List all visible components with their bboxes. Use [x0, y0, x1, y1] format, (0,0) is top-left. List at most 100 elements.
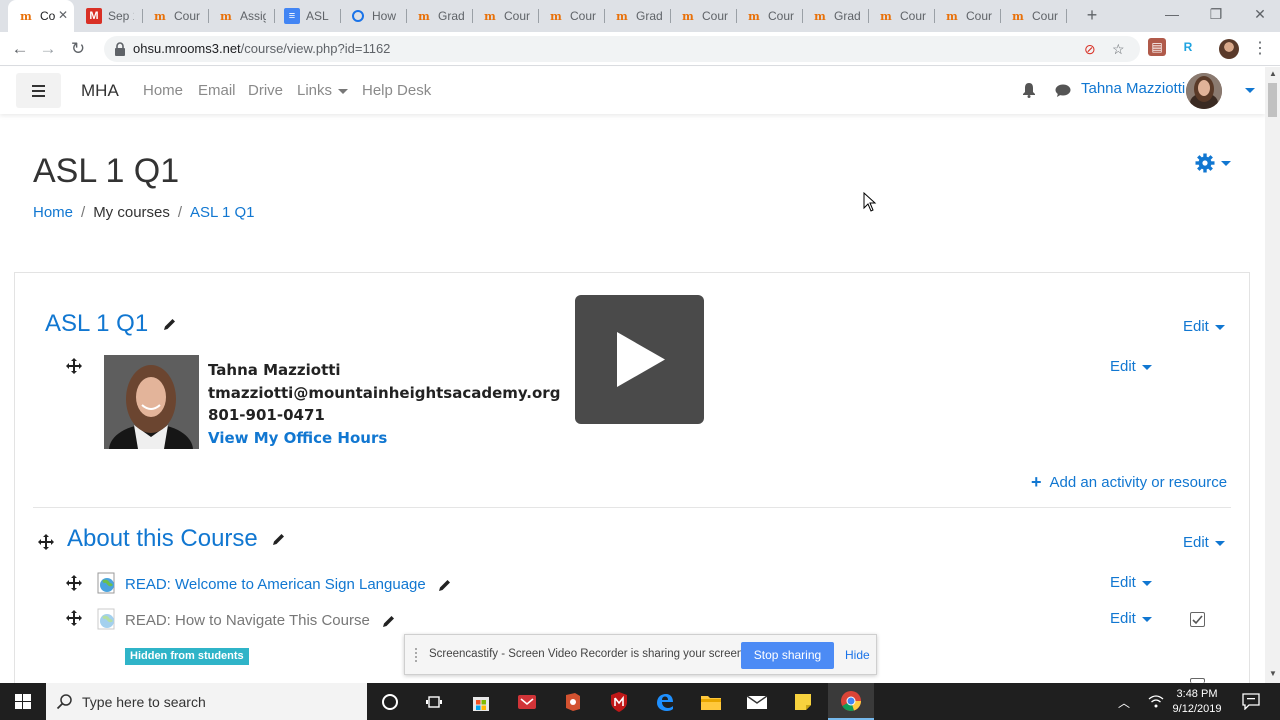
edge-browser-icon[interactable]: [642, 683, 688, 720]
star-icon[interactable]: ☆: [1112, 41, 1125, 58]
nav-help-desk[interactable]: Help Desk: [362, 82, 431, 99]
browser-tab[interactable]: m Cours: [1000, 0, 1066, 32]
move-icon[interactable]: [66, 610, 82, 626]
nav-links-dropdown[interactable]: Links: [297, 82, 349, 99]
breadcrumb-course[interactable]: ASL 1 Q1: [190, 204, 254, 221]
nav-home[interactable]: Home: [143, 82, 183, 99]
scroll-down-arrow-icon[interactable]: ▼: [1269, 669, 1277, 678]
video-play-button[interactable]: [575, 295, 704, 424]
sticky-notes-icon[interactable]: [780, 683, 826, 720]
system-clock[interactable]: 3:48 PM 9/12/2019: [1172, 687, 1222, 717]
add-activity-button[interactable]: + Add an activity or resource: [1031, 472, 1227, 493]
user-name[interactable]: Tahna Mazziotti: [1081, 80, 1185, 97]
mail-app-icon[interactable]: [504, 683, 550, 720]
stop-sharing-button[interactable]: Stop sharing: [741, 642, 834, 669]
activity-edit-menu[interactable]: Edit: [1110, 574, 1152, 591]
address-bar[interactable]: ohsu.mrooms3.net/course/view.php?id=1162…: [104, 36, 1140, 62]
browser-tab[interactable]: ≡ ASL L: [274, 0, 340, 32]
activity-edit-menu[interactable]: Edit: [1110, 610, 1152, 627]
move-icon[interactable]: [66, 575, 82, 591]
powerpoint-icon[interactable]: [550, 683, 596, 720]
scroll-up-arrow-icon[interactable]: ▲: [1269, 69, 1277, 78]
move-icon[interactable]: [38, 534, 54, 550]
browser-tab[interactable]: m Cours: [934, 0, 1000, 32]
close-icon[interactable]: ✕: [58, 8, 68, 22]
browser-tab[interactable]: m Grade: [604, 0, 670, 32]
mcafee-icon[interactable]: [596, 683, 642, 720]
browser-tab[interactable]: M Sep 1: [76, 0, 142, 32]
activity-link[interactable]: READ: Welcome to American Sign Language: [125, 576, 451, 593]
chat-icon[interactable]: [1055, 84, 1071, 98]
store-icon[interactable]: [458, 683, 504, 720]
browser-tab[interactable]: m Assig: [208, 0, 274, 32]
mail-envelope-icon[interactable]: [734, 683, 780, 720]
notifications-icon[interactable]: [1242, 693, 1260, 710]
show-hidden-icons-chevron-icon[interactable]: ︿: [1118, 694, 1130, 711]
chrome-browser-icon[interactable]: [828, 683, 874, 720]
cortana-icon[interactable]: [367, 683, 413, 720]
browser-tab[interactable]: m Cours: [142, 0, 208, 32]
browser-tab[interactable]: m Grade: [406, 0, 472, 32]
user-avatar[interactable]: [1186, 73, 1222, 109]
pencil-icon[interactable]: [438, 579, 451, 592]
browser-tab[interactable]: m Cours: [670, 0, 736, 32]
start-button[interactable]: [0, 683, 46, 720]
section-title[interactable]: About this Course: [67, 525, 285, 553]
breadcrumb-my-courses[interactable]: My courses: [93, 204, 170, 221]
moodle-icon: m: [880, 9, 892, 23]
site-brand[interactable]: MHA: [81, 81, 119, 101]
back-arrow-icon[interactable]: ←: [8, 37, 32, 61]
extension-reader-icon[interactable]: R: [1179, 38, 1197, 56]
section-title-text: ASL 1 Q1: [45, 310, 149, 337]
moodle-icon: m: [20, 9, 32, 23]
nav-drive[interactable]: Drive: [248, 82, 283, 99]
scrollbar-thumb[interactable]: [1268, 83, 1277, 117]
window-close-button[interactable]: ✕: [1238, 0, 1280, 30]
bell-icon[interactable]: [1022, 82, 1036, 98]
browser-tab[interactable]: m Cours: [472, 0, 538, 32]
hide-button[interactable]: Hide: [845, 648, 870, 662]
breadcrumb-home[interactable]: Home: [33, 204, 73, 221]
label-edit-menu[interactable]: Edit: [1110, 358, 1152, 375]
section-edit-menu[interactable]: Edit: [1183, 534, 1225, 551]
maximize-button[interactable]: ❐: [1194, 0, 1238, 30]
task-view-icon[interactable]: [411, 683, 457, 720]
nav-links-label: Links: [297, 82, 333, 99]
reload-icon[interactable]: ↻: [66, 37, 90, 61]
forward-arrow-icon[interactable]: →: [36, 37, 60, 61]
user-menu-chevron-icon[interactable]: [1245, 88, 1255, 93]
pencil-icon[interactable]: [272, 533, 285, 546]
section-edit-menu[interactable]: Edit: [1183, 318, 1225, 335]
nav-email[interactable]: Email: [198, 82, 236, 99]
section-title[interactable]: ASL 1 Q1: [45, 310, 176, 338]
minimize-button[interactable]: —: [1150, 0, 1194, 30]
activity-link-hidden[interactable]: READ: How to Navigate This Course: [125, 612, 395, 629]
tab-label: Cours: [504, 9, 530, 23]
more-menu-icon[interactable]: ⋮: [1252, 38, 1268, 58]
extension-pdf-icon[interactable]: ▤: [1148, 38, 1166, 56]
hamburger-menu-icon[interactable]: [16, 73, 61, 108]
course-settings-menu[interactable]: [1195, 153, 1231, 178]
browser-tab[interactable]: How t: [340, 0, 406, 32]
page-title: ASL 1 Q1: [33, 152, 180, 190]
windows-logo-icon: [15, 694, 31, 709]
new-tab-button[interactable]: +: [1082, 4, 1102, 26]
gmail-icon: M: [86, 8, 102, 24]
pencil-icon[interactable]: [382, 615, 395, 628]
file-explorer-icon[interactable]: [688, 683, 734, 720]
pencil-icon[interactable]: [163, 318, 176, 331]
blocked-content-icon[interactable]: ⊘: [1084, 41, 1096, 58]
browser-tab[interactable]: m Cours: [736, 0, 802, 32]
browser-tab[interactable]: m Cours: [868, 0, 934, 32]
browser-tab[interactable]: m Cours: [538, 0, 604, 32]
wifi-icon[interactable]: [1148, 694, 1164, 708]
drag-handle-icon[interactable]: [415, 648, 420, 662]
browser-tab[interactable]: m Grade: [802, 0, 868, 32]
browser-tab-active[interactable]: m Co ✕: [8, 0, 74, 32]
taskbar-search-box[interactable]: Type here to search: [46, 683, 367, 720]
profile-avatar-icon[interactable]: [1219, 39, 1239, 59]
move-icon[interactable]: [66, 358, 82, 374]
office-hours-link[interactable]: View My Office Hours: [208, 429, 387, 447]
page-scrollbar[interactable]: ▲ ▼: [1265, 67, 1280, 683]
completion-checkbox[interactable]: [1190, 612, 1205, 627]
